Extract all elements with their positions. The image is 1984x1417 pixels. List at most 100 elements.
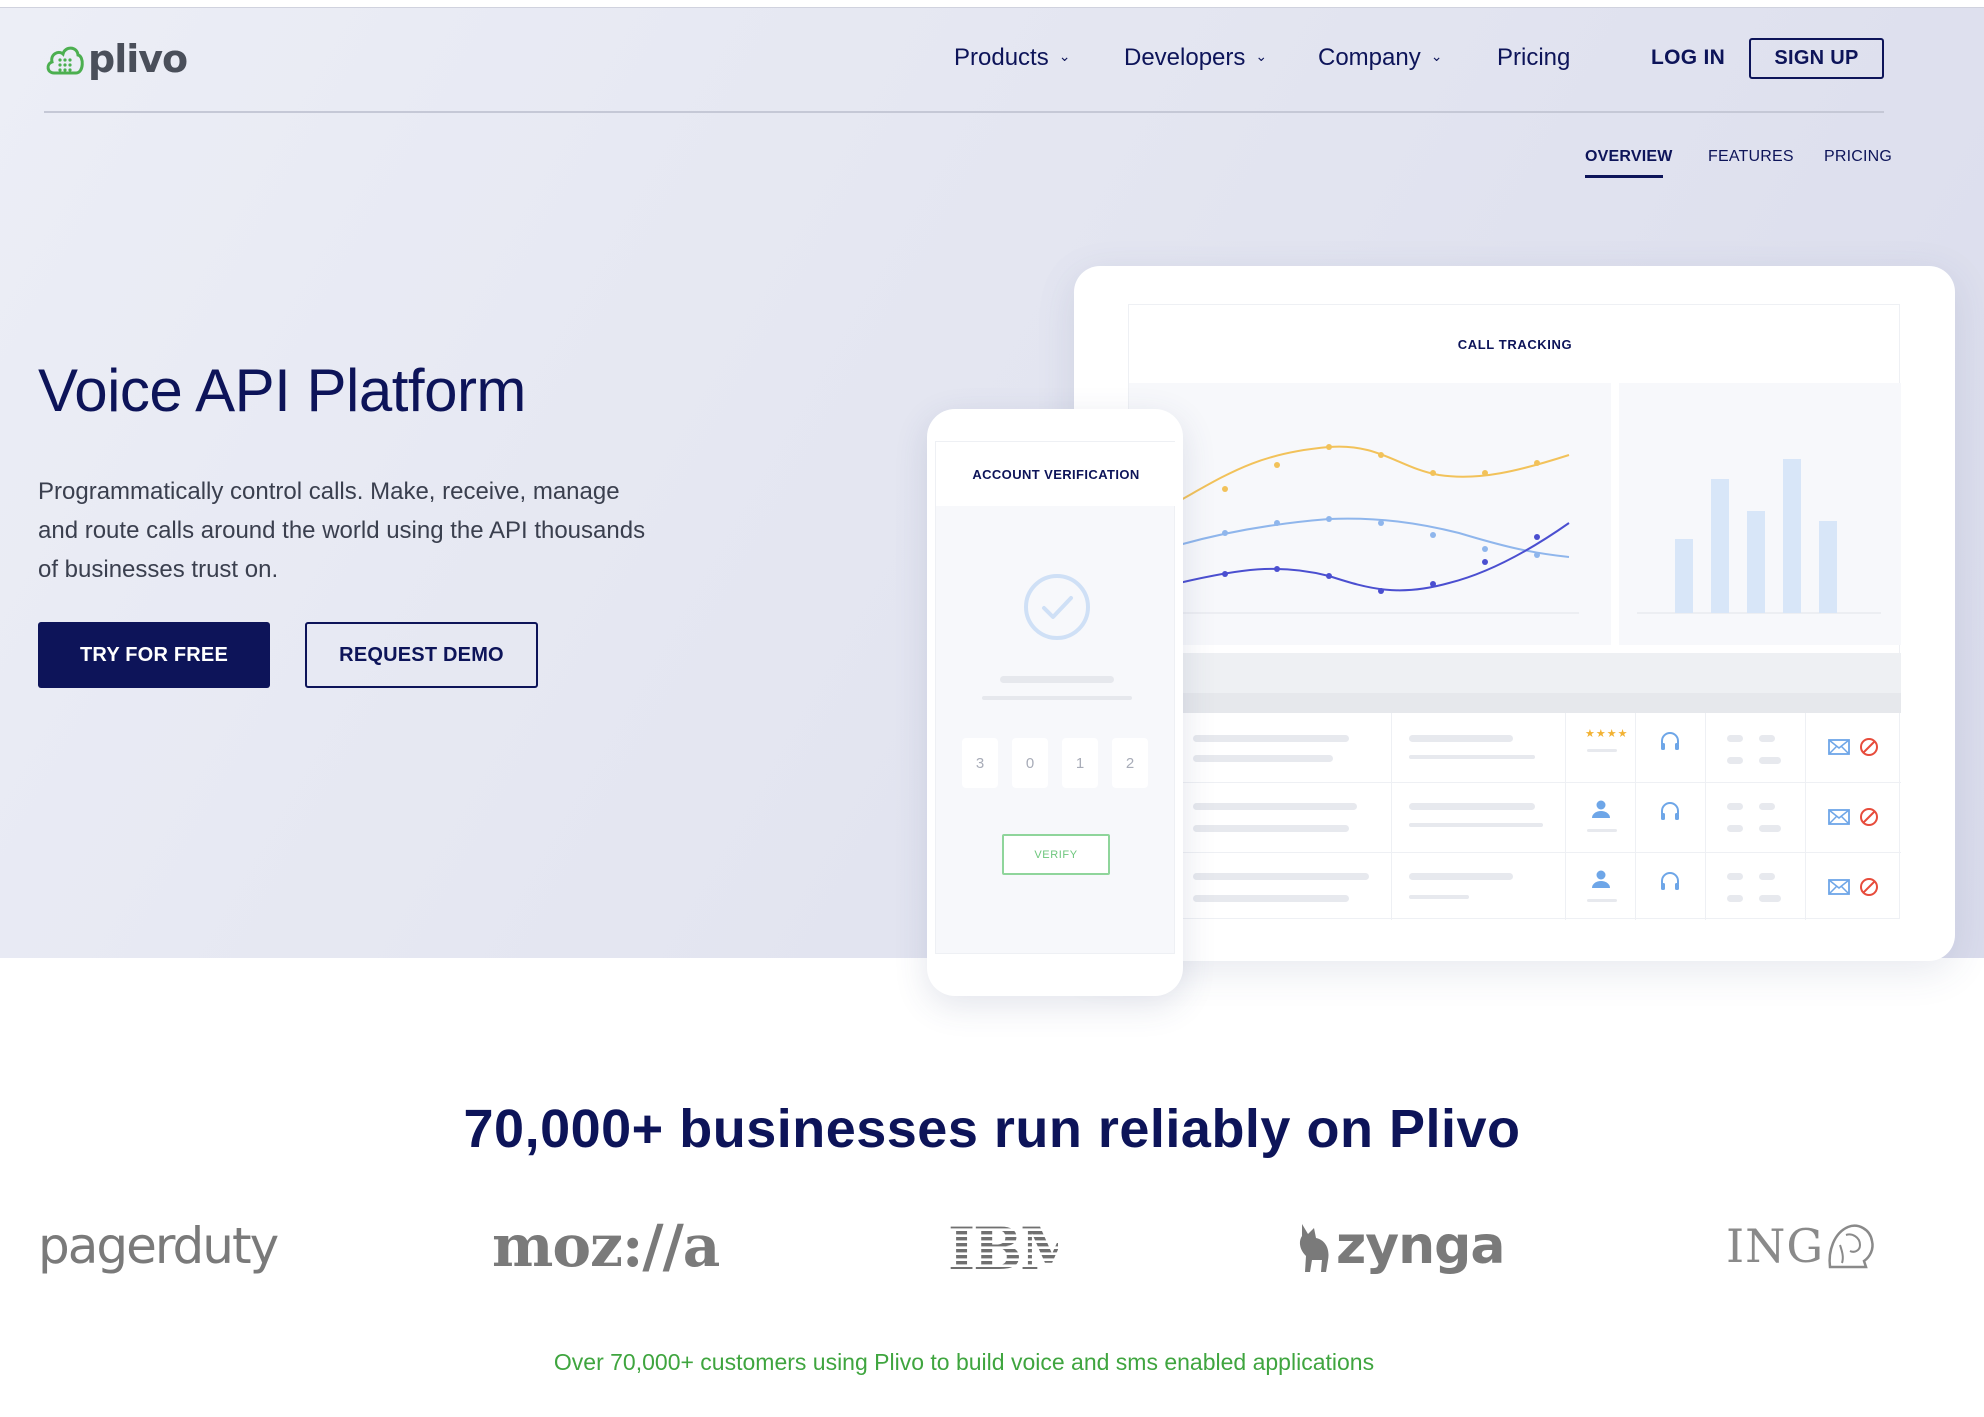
- placeholder-line: [1727, 803, 1743, 810]
- nav-pricing-label: Pricing: [1497, 44, 1571, 71]
- mozilla-logo: moz://a: [492, 1212, 720, 1280]
- plivo-logo[interactable]: plivo: [44, 36, 188, 82]
- bar-4: [1783, 459, 1801, 613]
- bar-1: [1675, 539, 1693, 613]
- phone-screen: ACCOUNT VERIFICATION 3 0 1 2 VERIFY: [935, 441, 1176, 954]
- placeholder-line: [1587, 829, 1617, 832]
- subnav-overview[interactable]: OVERVIEW: [1585, 148, 1673, 166]
- nav-company-label: Company: [1318, 44, 1421, 71]
- nav-products-label: Products: [954, 44, 1049, 71]
- series-yellow-points: [1222, 444, 1540, 492]
- table-header-shade: [1129, 693, 1901, 713]
- dashboard-frame: CALL TRACKING ★★★★: [1128, 304, 1901, 920]
- phone-title: ACCOUNT VERIFICATION: [936, 442, 1176, 506]
- header-divider: [44, 111, 1884, 113]
- verify-button: VERIFY: [1002, 834, 1110, 875]
- customers-tagline: Over 70,000+ customers using Plivo to bu…: [553, 1349, 1375, 1375]
- request-demo-button[interactable]: REQUEST DEMO: [305, 622, 538, 688]
- bar-chart-panel: [1619, 383, 1901, 645]
- nav-developers[interactable]: Developers ⌄: [1124, 44, 1267, 72]
- line-chart-panel: [1129, 383, 1611, 645]
- headphones-icon: [1661, 732, 1679, 750]
- lion-icon: [1828, 1224, 1874, 1269]
- login-link[interactable]: LOG IN: [1651, 46, 1725, 70]
- headphones-icon: [1661, 872, 1679, 890]
- user-icon: [1592, 870, 1610, 888]
- customers-headline: 70,000+ businesses run reliably on Plivo: [463, 1099, 1521, 1159]
- check-circle-icon: [1024, 574, 1090, 640]
- signup-button[interactable]: SIGN UP: [1749, 38, 1884, 79]
- placeholder-line: [1759, 873, 1775, 880]
- placeholder-line: [1193, 755, 1333, 762]
- pagerduty-logo: pagerduty: [38, 1217, 279, 1275]
- subnav-features[interactable]: FEATURES: [1708, 148, 1794, 166]
- placeholder-line: [1727, 825, 1743, 832]
- placeholder-line: [1193, 825, 1349, 832]
- account-verification-phone-illustration: ACCOUNT VERIFICATION 3 0 1 2 VERIFY: [927, 409, 1183, 996]
- placeholder-line: [1759, 757, 1781, 764]
- hero-title: Voice API Platform: [38, 357, 526, 424]
- subnav-active-indicator: [1585, 175, 1663, 178]
- bar-2: [1711, 479, 1729, 613]
- series-yellow-line: [1178, 445, 1570, 502]
- logo-wordmark: plivo: [88, 37, 188, 81]
- rating-stars: ★★★★: [1585, 728, 1629, 740]
- block-icon: [1860, 808, 1878, 826]
- headphones-icon: [1661, 802, 1679, 820]
- placeholder-line: [1759, 735, 1775, 742]
- call-table: ★★★★: [1129, 713, 1901, 920]
- line-chart: [1169, 444, 1579, 614]
- nav-products[interactable]: Products ⌄: [954, 44, 1070, 72]
- ing-logo: ING: [1726, 1216, 1878, 1276]
- placeholder-line: [1759, 825, 1781, 832]
- placeholder-line: [1193, 873, 1369, 880]
- hero-description: Programmatically control calls. Make, re…: [38, 478, 646, 583]
- series-indigo-line: [1178, 522, 1570, 592]
- placeholder-line: [1727, 895, 1743, 902]
- code-digit: 2: [1112, 738, 1148, 788]
- table-row: ★★★★: [1129, 713, 1901, 783]
- code-digit: 1: [1062, 738, 1098, 788]
- block-icon: [1860, 878, 1878, 896]
- ibm-logo: IBM: [948, 1216, 1058, 1276]
- placeholder-line: [982, 696, 1132, 700]
- placeholder-line: [1193, 735, 1349, 742]
- mail-icon: [1828, 809, 1850, 825]
- placeholder-line: [1409, 755, 1535, 759]
- placeholder-line: [1193, 803, 1357, 810]
- series-lightblue-line: [1178, 517, 1570, 558]
- placeholder-line: [1727, 757, 1743, 764]
- chevron-down-icon: ⌄: [1255, 47, 1268, 64]
- placeholder-line: [1000, 676, 1114, 683]
- placeholder-line: [1409, 895, 1469, 899]
- ing-wordmark: ING: [1726, 1219, 1825, 1273]
- zynga-logo: zynga: [1296, 1216, 1505, 1276]
- nav-company[interactable]: Company ⌄: [1318, 44, 1442, 72]
- placeholder-line: [1409, 803, 1535, 810]
- placeholder-line: [1409, 735, 1513, 742]
- placeholder-line: [1409, 823, 1543, 827]
- zynga-wordmark: zynga: [1336, 1216, 1505, 1276]
- bar-3: [1747, 511, 1765, 613]
- cloud-phone-icon: [46, 46, 84, 75]
- try-for-free-button[interactable]: TRY FOR FREE: [38, 622, 270, 688]
- table-row: [1129, 853, 1901, 923]
- code-digit: 0: [1012, 738, 1048, 788]
- bar-chart: [1637, 459, 1881, 614]
- placeholder-line: [1759, 895, 1781, 902]
- user-icon: [1592, 800, 1610, 818]
- nav-developers-label: Developers: [1124, 44, 1246, 71]
- call-tracking-dashboard-illustration: CALL TRACKING ★★★★: [1074, 266, 1955, 961]
- placeholder-line: [1727, 735, 1743, 742]
- nav-pricing[interactable]: Pricing: [1497, 44, 1570, 72]
- code-digit: 3: [962, 738, 998, 788]
- block-icon: [1860, 738, 1878, 756]
- browser-top-edge: [0, 0, 1984, 8]
- subnav-pricing[interactable]: PRICING: [1824, 148, 1892, 166]
- bar-5: [1819, 521, 1837, 613]
- placeholder-line: [1193, 895, 1349, 902]
- chevron-down-icon: ⌄: [1430, 47, 1443, 64]
- zynga-dog-icon: [1299, 1224, 1329, 1272]
- table-row: [1129, 783, 1901, 853]
- placeholder-line: [1587, 749, 1617, 752]
